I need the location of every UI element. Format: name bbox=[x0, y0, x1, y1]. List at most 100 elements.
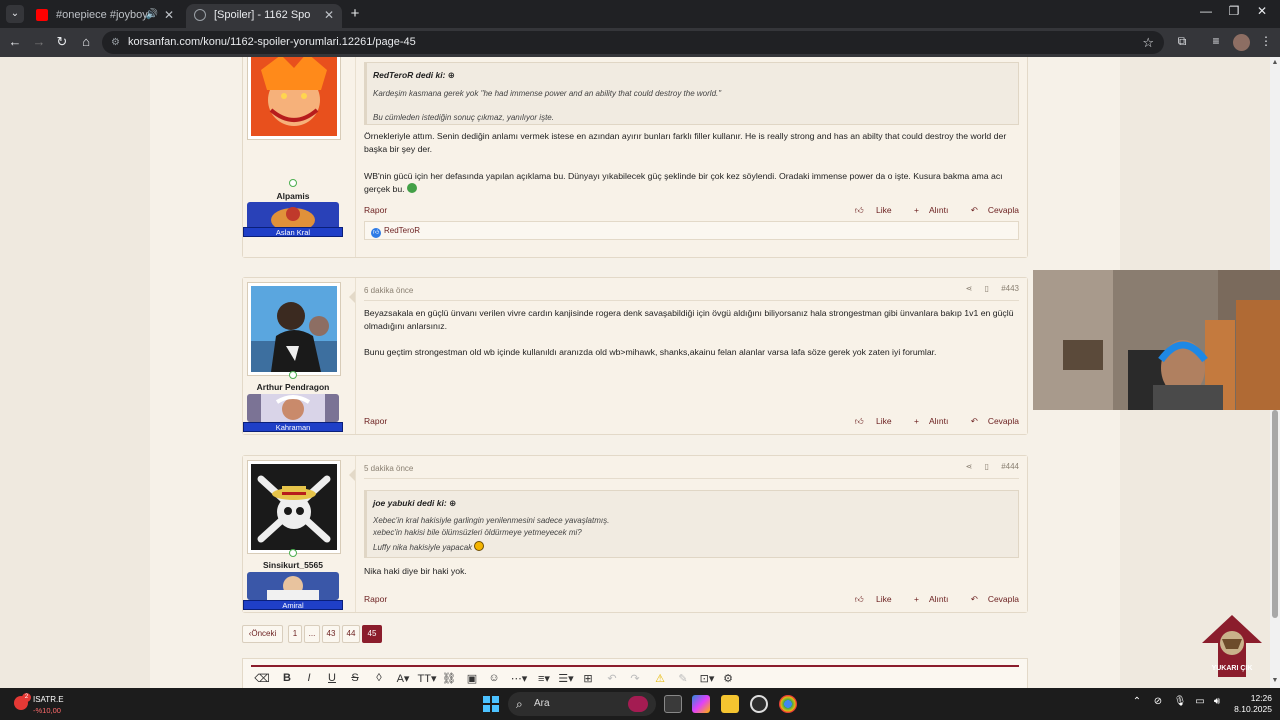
quote-author[interactable]: joe yabuki dedi ki: ⊕ bbox=[373, 498, 456, 509]
underline-icon[interactable]: U bbox=[324, 672, 340, 684]
align-icon[interactable]: ≡▾ bbox=[534, 672, 554, 685]
system-clock[interactable]: 12:26 8.10.2025 bbox=[1226, 693, 1272, 715]
post-number[interactable]: #443 bbox=[1001, 284, 1019, 293]
stock-ticker-widget[interactable]: 2 ISATR.E -%10,00 bbox=[14, 693, 84, 715]
share-icon[interactable]: ⋖ bbox=[966, 462, 973, 471]
table-icon[interactable]: ⊞ bbox=[580, 672, 596, 685]
like-button[interactable]: 👍︎ Like bbox=[845, 416, 892, 426]
reply-button[interactable]: ↶ Cevapla bbox=[961, 416, 1019, 426]
reply-button[interactable]: ↶ Cevapla bbox=[961, 205, 1019, 215]
taskbar-search[interactable]: ⌕ Ara bbox=[508, 692, 656, 716]
post-time[interactable]: 6 dakika önce bbox=[364, 286, 413, 295]
tray-overflow-icon[interactable]: ⌃ bbox=[1130, 696, 1144, 707]
page-link[interactable]: 43 bbox=[322, 625, 340, 643]
text-color-icon[interactable]: ◊ bbox=[371, 672, 387, 684]
link-icon[interactable]: ⛓ bbox=[441, 672, 457, 685]
image-icon[interactable]: ▣ bbox=[464, 672, 480, 685]
quote-author[interactable]: RedTeroR dedi ki: ⊕ bbox=[373, 70, 455, 81]
quote-button[interactable]: + Alıntı bbox=[904, 205, 948, 215]
address-bar[interactable]: ⚙ korsanfan.com/konu/1162-spoiler-yoruml… bbox=[102, 31, 1164, 54]
settings-gear-icon[interactable]: ⚙ bbox=[720, 672, 736, 685]
scroll-down-arrow-icon[interactable]: ▼ bbox=[1271, 677, 1279, 684]
quote-insert-icon[interactable]: ✎ bbox=[675, 672, 691, 685]
reading-list-icon[interactable]: ≡ bbox=[1207, 34, 1225, 48]
task-view-icon[interactable] bbox=[664, 695, 682, 713]
display-icon[interactable]: ▭ bbox=[1193, 696, 1207, 707]
bookmark-icon[interactable]: ▯ bbox=[985, 284, 989, 293]
username[interactable]: Arthur Pendragon bbox=[243, 382, 343, 392]
preview-icon[interactable]: ⊡▾ bbox=[697, 672, 717, 685]
like-button[interactable]: 👍︎ Like bbox=[845, 594, 892, 604]
menu-dots-icon[interactable]: ⋮ bbox=[1257, 34, 1275, 48]
home-icon[interactable]: ⌂ bbox=[77, 34, 95, 49]
tab-search-button[interactable]: ⌄ bbox=[6, 5, 24, 23]
page-link[interactable]: 1 bbox=[288, 625, 302, 643]
post-number[interactable]: #444 bbox=[1001, 462, 1019, 471]
eraser-icon[interactable]: ⌫ bbox=[254, 672, 270, 685]
tab-korsanfan[interactable]: [Spoiler] - 1162 Spoiler Yorumla ✕ bbox=[186, 4, 342, 28]
extensions-icon[interactable]: ⧉ bbox=[1173, 34, 1191, 49]
user-avatar[interactable] bbox=[247, 282, 341, 376]
page-link[interactable]: 44 bbox=[342, 625, 360, 643]
close-tab-icon[interactable]: ✕ bbox=[164, 4, 174, 26]
copilot-icon[interactable] bbox=[692, 695, 710, 713]
search-placeholder: Ara bbox=[534, 698, 550, 709]
reaction-user-link[interactable]: RedTeroR bbox=[384, 226, 420, 235]
smiley-icon[interactable]: ☺ bbox=[486, 672, 502, 684]
user-avatar[interactable] bbox=[247, 57, 341, 140]
quote-button[interactable]: + Alıntı bbox=[904, 594, 948, 604]
username[interactable]: Sinsikurt_5565 bbox=[243, 560, 343, 570]
user-avatar[interactable] bbox=[247, 460, 341, 554]
font-size-icon[interactable]: TT▾ bbox=[416, 672, 438, 685]
report-link[interactable]: Rapor bbox=[364, 594, 387, 604]
list-icon[interactable]: ☰▾ bbox=[556, 672, 576, 685]
browser-tab-strip: ⌄ #onepiece #joyboy - YouTu 🔊 ✕ [Spoiler… bbox=[0, 0, 1280, 28]
like-button[interactable]: 👍︎ Like bbox=[845, 205, 892, 215]
quote-jump-icon[interactable]: ⊕ bbox=[448, 70, 455, 80]
more-options-icon[interactable]: ⋯▾ bbox=[509, 672, 529, 685]
prev-page-button[interactable]: ‹Önceki bbox=[242, 625, 283, 643]
report-link[interactable]: Rapor bbox=[364, 205, 387, 215]
meta-divider bbox=[364, 300, 1019, 301]
close-tab-icon[interactable]: ✕ bbox=[324, 4, 334, 26]
close-window-button[interactable]: ✕ bbox=[1242, 4, 1280, 18]
file-explorer-icon[interactable] bbox=[721, 695, 739, 713]
chrome-icon[interactable] bbox=[779, 695, 797, 713]
spoiler-warning-icon[interactable]: ⚠ bbox=[652, 672, 668, 685]
post-time[interactable]: 5 dakika önce bbox=[364, 464, 413, 473]
report-link[interactable]: Rapor bbox=[364, 416, 387, 426]
username[interactable]: Alpamis bbox=[243, 191, 343, 201]
windows-start-icon[interactable] bbox=[483, 696, 499, 712]
site-info-icon[interactable]: ⚙ bbox=[111, 31, 120, 54]
reply-button[interactable]: ↶ Cevapla bbox=[961, 594, 1019, 604]
editor-accent-line bbox=[251, 665, 1019, 667]
new-tab-button[interactable]: + bbox=[346, 5, 364, 23]
bold-icon[interactable]: B bbox=[279, 672, 295, 684]
network-off-icon[interactable]: ⊘ bbox=[1151, 696, 1165, 707]
scroll-to-top-button[interactable]: YUKARI ÇIK bbox=[1200, 613, 1264, 679]
forward-arrow-icon[interactable]: → bbox=[30, 34, 48, 49]
font-family-icon[interactable]: A▾ bbox=[393, 672, 413, 685]
quote-jump-icon[interactable]: ⊕ bbox=[449, 498, 456, 508]
bookmark-icon[interactable]: ▯ bbox=[985, 462, 989, 471]
bookmark-star-icon[interactable]: ☆ bbox=[1142, 31, 1154, 54]
share-icon[interactable]: ⋖ bbox=[966, 284, 973, 293]
audio-playing-icon[interactable]: 🔊 bbox=[146, 4, 158, 26]
reply-icon: ↶ bbox=[970, 416, 978, 426]
microphone-icon[interactable]: 🎙︎ bbox=[1173, 696, 1187, 707]
quote-button[interactable]: + Alıntı bbox=[904, 416, 948, 426]
page-ellipsis[interactable]: ... bbox=[304, 625, 320, 643]
scrollbar-thumb[interactable] bbox=[1272, 410, 1278, 618]
scroll-up-arrow-icon[interactable]: ▲ bbox=[1271, 59, 1279, 66]
redo-icon[interactable]: ↷ bbox=[627, 672, 643, 685]
undo-icon[interactable]: ↶ bbox=[604, 672, 620, 685]
profile-avatar[interactable] bbox=[1233, 34, 1250, 51]
current-page[interactable]: 45 bbox=[362, 625, 382, 643]
back-arrow-icon[interactable]: ← bbox=[6, 34, 24, 49]
reload-icon[interactable]: ↻ bbox=[53, 34, 71, 50]
strikethrough-icon[interactable]: S bbox=[347, 672, 363, 684]
volume-icon[interactable]: 🔊︎ bbox=[1210, 696, 1224, 707]
tab-youtube[interactable]: #onepiece #joyboy - YouTu 🔊 ✕ bbox=[28, 4, 182, 28]
italic-icon[interactable]: I bbox=[301, 672, 317, 684]
recording-app-icon[interactable] bbox=[750, 695, 768, 713]
